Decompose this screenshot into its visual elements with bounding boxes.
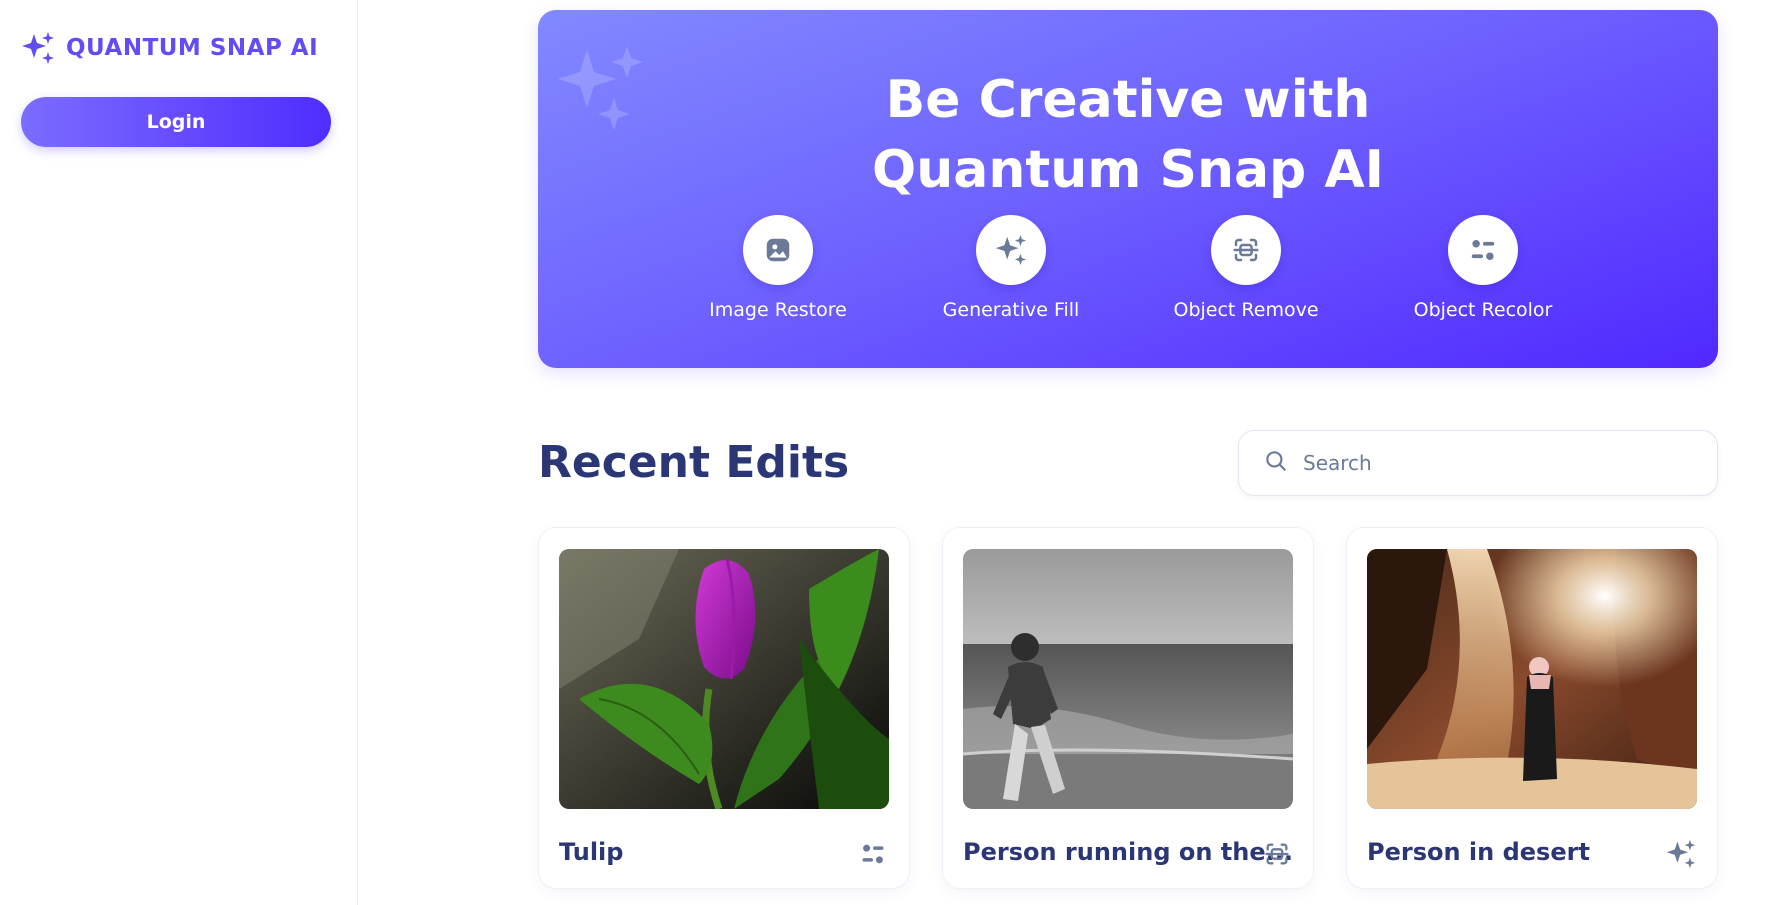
hero-banner: Be Creative with Quantum Snap AI Image R…	[538, 10, 1718, 368]
logo-text: QUANTUM SNAP AI	[66, 35, 319, 61]
tool-object-recolor[interactable]: Object Recolor	[1373, 215, 1593, 321]
tool-object-remove[interactable]: Object Remove	[1136, 215, 1356, 321]
hero-title-line1: Be Creative with	[885, 70, 1371, 130]
tool-label: Image Restore	[709, 299, 847, 321]
image-icon	[743, 215, 813, 285]
tool-image-restore[interactable]: Image Restore	[668, 215, 888, 321]
sparkles-icon	[1665, 838, 1697, 870]
filter-icon	[857, 838, 889, 870]
search-input[interactable]	[1303, 451, 1683, 475]
card-thumbnail-tulip[interactable]	[559, 549, 889, 809]
tool-label: Generative Fill	[942, 299, 1080, 321]
scan-icon	[1211, 215, 1281, 285]
card-title: Person in desert	[1367, 838, 1590, 866]
logo[interactable]: QUANTUM SNAP AI	[20, 30, 318, 66]
sidebar: QUANTUM SNAP AI Login	[0, 0, 358, 905]
sparkles-icon	[976, 215, 1046, 285]
recent-edit-card[interactable]: Tulip	[538, 527, 910, 889]
scan-icon	[1261, 838, 1293, 870]
recent-edit-card[interactable]: Person in desert	[1346, 527, 1718, 889]
card-title: Person running on the...	[963, 838, 1293, 866]
recent-edit-card[interactable]: Person running on the...	[942, 527, 1314, 889]
hero-title-line2: Quantum Snap AI	[872, 140, 1384, 200]
search-icon	[1263, 448, 1289, 478]
search-box[interactable]	[1238, 430, 1718, 496]
card-thumbnail-runner[interactable]	[963, 549, 1293, 809]
tool-label: Object Recolor	[1413, 299, 1553, 321]
login-button[interactable]: Login	[21, 97, 331, 147]
filter-icon	[1448, 215, 1518, 285]
hero-title: Be Creative with Quantum Snap AI	[538, 65, 1718, 205]
tool-generative-fill[interactable]: Generative Fill	[901, 215, 1121, 321]
tool-label: Object Remove	[1173, 299, 1319, 321]
sparkles-icon	[20, 30, 56, 66]
recent-edits-title: Recent Edits	[538, 437, 850, 488]
card-title: Tulip	[559, 838, 624, 866]
card-thumbnail-desert[interactable]	[1367, 549, 1697, 809]
